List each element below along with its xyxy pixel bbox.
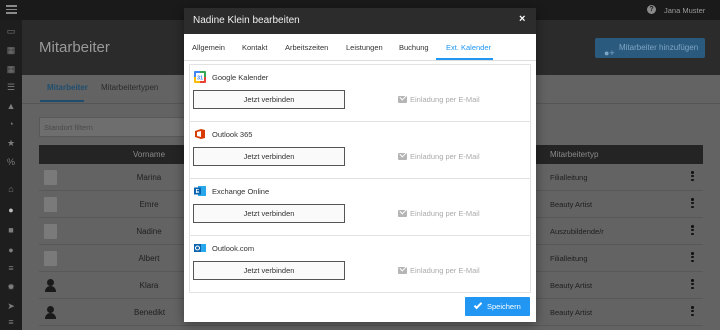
tab-leistungen[interactable]: Leistungen: [346, 43, 383, 52]
email-invite-link[interactable]: Einladung per E-Mail: [398, 209, 480, 218]
menu-icon[interactable]: [6, 5, 17, 14]
star-icon[interactable]: ★: [6, 138, 16, 148]
connect-button[interactable]: Jetzt verbinden: [193, 204, 345, 223]
active-tab-indicator: [436, 58, 493, 60]
users-icon[interactable]: ●: [6, 245, 16, 255]
avatar: [44, 170, 57, 185]
svg-text:31: 31: [197, 75, 203, 81]
connect-button[interactable]: Jetzt verbinden: [193, 90, 345, 109]
calendar-service-exchange: E Exchange Online Jetzt verbinden Einlad…: [190, 179, 530, 236]
dialog-header: Nadine Klein bearbeiten ×: [184, 8, 536, 34]
avatar: [44, 251, 57, 266]
cell-vorname: Emre: [139, 200, 159, 209]
database-icon[interactable]: ≡: [6, 263, 16, 273]
cell-typ: Beauty Artist: [550, 281, 593, 290]
more-options-icon[interactable]: [691, 225, 695, 237]
outlook-icon: [194, 244, 206, 252]
person-icon: [44, 305, 57, 320]
cell-typ: Filialleitung: [550, 254, 588, 263]
cell-typ: Filialleitung: [550, 173, 588, 182]
help-icon[interactable]: ?: [647, 5, 656, 14]
check-icon: [473, 300, 483, 310]
more-options-icon[interactable]: [691, 306, 695, 318]
active-tab-indicator: [40, 100, 84, 102]
service-name: Google Kalender: [212, 73, 269, 82]
exchange-icon: E: [194, 186, 206, 196]
user-plus-icon: ●+: [604, 48, 615, 58]
cell-vorname: Benedikt: [134, 308, 166, 317]
email-invite-link[interactable]: Einladung per E-Mail: [398, 266, 480, 275]
person-icon: [44, 278, 57, 293]
sliders-icon[interactable]: ≡: [6, 317, 16, 327]
tab-arbeitszeiten[interactable]: Arbeitszeiten: [285, 43, 328, 52]
envelope-icon: [398, 96, 407, 103]
more-options-icon[interactable]: [691, 171, 695, 183]
list-icon[interactable]: ☰: [6, 82, 16, 92]
desktop-icon[interactable]: ▭: [6, 26, 16, 36]
cell-vorname: Albert: [138, 254, 160, 263]
pie-chart-icon[interactable]: ◔: [6, 119, 16, 129]
box-icon[interactable]: ■: [6, 225, 16, 235]
tab-buchung[interactable]: Buchung: [399, 43, 429, 52]
sidebar: ▭ ▦ ▦ ☰ ▲ ◔ ★ % ⌂ ● ■ ● ≡ ✹ ➤ ≡ ▯: [0, 20, 22, 330]
calendar-service-office365: Outlook 365 Jetzt verbinden Einladung pe…: [190, 122, 530, 179]
cell-typ: Beauty Artist: [550, 200, 593, 209]
tab-kontakt[interactable]: Kontakt: [242, 43, 267, 52]
location-filter[interactable]: Standort filtern: [39, 117, 189, 137]
close-icon[interactable]: ×: [519, 14, 525, 25]
office-365-icon: [195, 129, 205, 139]
calendar-check-icon[interactable]: ▦: [6, 64, 16, 74]
cell-typ: Auszubildende/r: [550, 227, 604, 236]
tab-allgemein[interactable]: Allgemein: [192, 43, 225, 52]
connect-button[interactable]: Jetzt verbinden: [193, 147, 345, 166]
service-name: Exchange Online: [212, 187, 270, 196]
edit-employee-dialog: Nadine Klein bearbeiten × Allgemein Kont…: [184, 8, 536, 322]
home-icon[interactable]: ⌂: [6, 184, 16, 194]
cell-vorname: Nadine: [136, 227, 162, 236]
tab-mitarbeiter[interactable]: Mitarbeiter: [47, 83, 88, 92]
graduation-cap-icon[interactable]: ▲: [6, 101, 16, 111]
avatar: [44, 224, 57, 239]
tab-mitarbeitertypen[interactable]: Mitarbeitertypen: [101, 83, 158, 92]
gear-icon[interactable]: ✹: [6, 282, 16, 292]
envelope-icon: [398, 153, 407, 160]
service-name: Outlook 365: [212, 130, 253, 139]
dialog-title: Nadine Klein bearbeiten: [193, 15, 300, 26]
column-header-vorname[interactable]: Vorname: [133, 150, 165, 159]
add-employee-button[interactable]: ●+ Mitarbeiter hinzufügen: [595, 38, 705, 58]
google-calendar-icon: 31: [194, 71, 206, 83]
column-header-typ[interactable]: Mitarbeitertyp: [550, 150, 598, 159]
percent-icon[interactable]: %: [6, 157, 16, 167]
calendar-service-outlook: Outlook.com Jetzt verbinden Einladung pe…: [190, 236, 530, 293]
dialog-tabs: Allgemein Kontakt Arbeitszeiten Leistung…: [184, 34, 536, 61]
tab-ext-kalender[interactable]: Ext. Kalender: [446, 43, 491, 52]
page-title: Mitarbeiter: [39, 39, 110, 56]
more-options-icon[interactable]: [691, 252, 695, 264]
user-name[interactable]: Jana Muster: [664, 6, 705, 15]
calendar-integrations-panel: 31 Google Kalender Jetzt verbinden Einla…: [189, 64, 531, 293]
more-options-icon[interactable]: [691, 198, 695, 210]
cell-typ: Beauty Artist: [550, 308, 593, 317]
envelope-icon: [398, 210, 407, 217]
email-invite-link[interactable]: Einladung per E-Mail: [398, 152, 480, 161]
user-icon[interactable]: ●: [6, 205, 16, 215]
envelope-icon: [398, 267, 407, 274]
save-button[interactable]: Speichern: [465, 297, 530, 316]
avatar: [44, 197, 57, 212]
email-invite-link[interactable]: Einladung per E-Mail: [398, 95, 480, 104]
calendar-icon[interactable]: ▦: [6, 45, 16, 55]
svg-text:E: E: [196, 189, 200, 195]
cell-vorname: Klara: [139, 281, 159, 290]
paper-plane-icon[interactable]: ➤: [6, 301, 16, 311]
service-name: Outlook.com: [212, 244, 255, 253]
cell-vorname: Marina: [136, 173, 162, 182]
connect-button[interactable]: Jetzt verbinden: [193, 261, 345, 280]
more-options-icon[interactable]: [691, 279, 695, 291]
calendar-service-google: 31 Google Kalender Jetzt verbinden Einla…: [190, 65, 530, 122]
